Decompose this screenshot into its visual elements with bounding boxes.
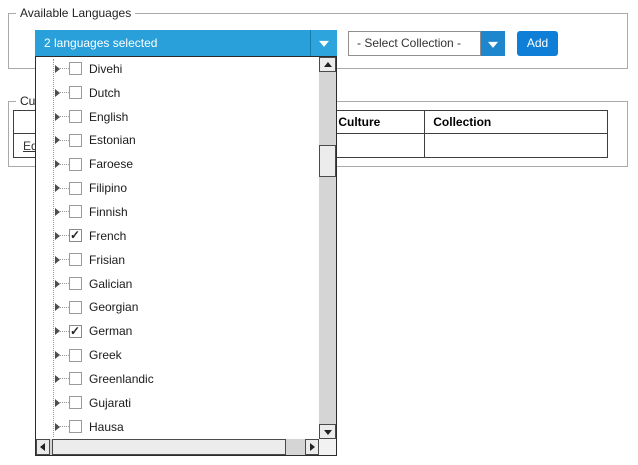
arrow-down-icon: [324, 430, 332, 435]
tree-item-faroese[interactable]: Faroese: [36, 152, 319, 176]
tree-item-label: Hausa: [89, 420, 124, 434]
tree-item-label: Divehi: [89, 62, 122, 76]
chevron-down-icon: [488, 41, 498, 47]
tree-connector: [60, 307, 69, 308]
arrow-left-icon: [40, 443, 45, 451]
scroll-left-button[interactable]: [36, 439, 50, 455]
tree-item-label: Galician: [89, 277, 132, 291]
collection-combobox-dropdown-button[interactable]: [481, 31, 505, 56]
scroll-right-button[interactable]: [305, 439, 319, 455]
tree-item-estonian[interactable]: Estonian: [36, 129, 319, 153]
checkbox-unchecked[interactable]: [69, 205, 82, 218]
checkbox-unchecked[interactable]: [69, 86, 82, 99]
tree-item-hausa[interactable]: Hausa: [36, 415, 319, 439]
checkbox-unchecked[interactable]: [69, 134, 82, 147]
collection-combobox[interactable]: - Select Collection -: [348, 31, 505, 56]
tree-connector: [60, 188, 69, 189]
tree-item-label: Dutch: [89, 86, 120, 100]
checkbox-unchecked[interactable]: [69, 349, 82, 362]
checkbox-checked[interactable]: [69, 229, 82, 242]
tree-connector: [60, 355, 69, 356]
checkbox-checked[interactable]: [69, 325, 82, 338]
languages-dropdown-popup: Divehi Dutch English Estonian Faroese Filipin…: [35, 56, 337, 456]
tree-item-dutch[interactable]: Dutch: [36, 81, 319, 105]
tree-connector: [60, 116, 69, 117]
vertical-scrollbar[interactable]: [319, 57, 336, 439]
tree-item-german[interactable]: German: [36, 319, 319, 343]
collection-cell: [425, 134, 608, 158]
page: Available Languages Current Languages Cu…: [0, 0, 638, 465]
arrow-up-icon: [324, 62, 332, 67]
scroll-up-button[interactable]: [319, 57, 336, 72]
tree-item-gujarati[interactable]: Gujarati: [36, 391, 319, 415]
header-cell-culture: Culture: [330, 111, 425, 134]
tree-item-divehi[interactable]: Divehi: [36, 57, 319, 81]
languages-combobox-dropdown-button[interactable]: [310, 30, 337, 56]
tree-connector: [60, 92, 69, 93]
horizontal-scrollbar-thumb[interactable]: [52, 439, 286, 455]
arrow-right-icon: [310, 443, 315, 451]
tree-connector: [60, 164, 69, 165]
collection-combobox-value[interactable]: - Select Collection -: [348, 31, 481, 56]
checkbox-unchecked[interactable]: [69, 62, 82, 75]
tree-item-galician[interactable]: Galician: [36, 272, 319, 296]
tree-connector: [60, 331, 69, 332]
tree-item-greenlandic[interactable]: Greenlandic: [36, 367, 319, 391]
tree-item-filipino[interactable]: Filipino: [36, 176, 319, 200]
checkbox-unchecked[interactable]: [69, 301, 82, 314]
tree-item-greek[interactable]: Greek: [36, 343, 319, 367]
add-button[interactable]: Add: [517, 31, 558, 56]
tree-item-label: Gujarati: [89, 396, 131, 410]
tree-item-label: Georgian: [89, 300, 138, 314]
tree-connector: [60, 235, 69, 236]
tree-item-label: Finnish: [89, 205, 128, 219]
tree-item-label: French: [89, 229, 126, 243]
available-languages-title: Available Languages: [16, 6, 135, 20]
tree-connector: [60, 259, 69, 260]
vertical-scrollbar-thumb[interactable]: [319, 145, 336, 177]
tree-item-label: Greenlandic: [89, 372, 154, 386]
tree-connector: [60, 426, 69, 427]
tree-connector: [60, 140, 69, 141]
tree-item-label: Frisian: [89, 253, 125, 267]
tree-item-label: German: [89, 324, 132, 338]
tree-connector: [60, 402, 69, 403]
tree-connector: [60, 283, 69, 284]
tree-item-georgian[interactable]: Georgian: [36, 295, 319, 319]
tree-item-label: English: [89, 110, 128, 124]
header-cell-collection: Collection: [425, 111, 608, 134]
scrollbar-corner: [319, 439, 336, 455]
tree-item-finnish[interactable]: Finnish: [36, 200, 319, 224]
tree-connector: [60, 378, 69, 379]
tree-item-english[interactable]: English: [36, 105, 319, 129]
tree-connector: [60, 68, 69, 69]
tree-item-label: Faroese: [89, 157, 133, 171]
checkbox-unchecked[interactable]: [69, 182, 82, 195]
tree-item-label: Greek: [89, 348, 122, 362]
checkbox-unchecked[interactable]: [69, 396, 82, 409]
horizontal-scrollbar[interactable]: [36, 439, 319, 455]
languages-combobox[interactable]: 2 languages selected: [35, 30, 337, 56]
tree-item-label: Estonian: [89, 133, 136, 147]
checkbox-unchecked[interactable]: [69, 372, 82, 385]
tree-item-french[interactable]: French: [36, 224, 319, 248]
culture-cell: [330, 134, 425, 158]
checkbox-unchecked[interactable]: [69, 158, 82, 171]
language-tree: Divehi Dutch English Estonian Faroese Filipin…: [36, 57, 319, 439]
checkbox-unchecked[interactable]: [69, 277, 82, 290]
tree-item-label: Filipino: [89, 181, 127, 195]
checkbox-unchecked[interactable]: [69, 420, 82, 433]
tree-connector: [60, 211, 69, 212]
scroll-down-button[interactable]: [319, 424, 336, 439]
checkbox-unchecked[interactable]: [69, 253, 82, 266]
checkbox-unchecked[interactable]: [69, 110, 82, 123]
chevron-down-icon: [319, 41, 329, 47]
languages-combobox-value: 2 languages selected: [44, 30, 157, 56]
tree-item-frisian[interactable]: Frisian: [36, 248, 319, 272]
